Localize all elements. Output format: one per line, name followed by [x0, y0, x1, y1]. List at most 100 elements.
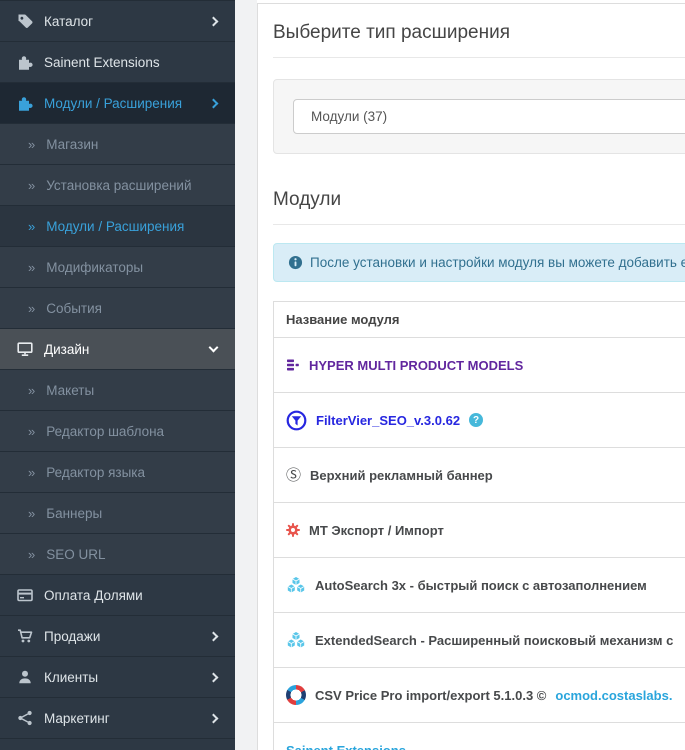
double-angle-icon: [28, 383, 35, 398]
info-alert-text: После установки и настройки модуля вы мо…: [310, 255, 685, 270]
sidebar-item-catalog[interactable]: Каталог: [0, 0, 235, 41]
module-name: МТ Экспорт / Импорт: [309, 522, 444, 538]
chevron-right-icon: [208, 98, 219, 108]
sidebar-item-installments[interactable]: Оплата Долями: [0, 574, 235, 615]
share-icon: [16, 710, 33, 726]
extension-type-title: Выберите тип расширения: [273, 14, 685, 58]
sidebar-subitem-events[interactable]: События: [0, 287, 235, 328]
extension-type-select-value: Модули (37): [311, 109, 388, 124]
sidebar-item-label: Макеты: [46, 382, 95, 398]
cart-icon: [16, 628, 33, 644]
sidebar-subitem-language-editor[interactable]: Редактор языка: [0, 451, 235, 492]
cubes-icon: [286, 576, 306, 594]
table-row: ExtendedSearch - Расширенный поисковый м…: [274, 613, 685, 668]
sidebar-item-system-partial[interactable]: [0, 738, 235, 750]
cubes-icon: [286, 631, 306, 649]
module-link[interactable]: Sainent Extensions: [286, 743, 406, 750]
sidebar-item-label: Продажи: [44, 628, 101, 644]
modules-table: Название модуля HYPER MULTI PRODUCT MODE…: [273, 301, 685, 750]
credit-card-icon: [16, 587, 33, 603]
sidebar-item-customers[interactable]: Клиенты: [0, 656, 235, 697]
double-angle-icon: [28, 137, 35, 152]
chevron-down-icon: [208, 342, 219, 353]
sidebar-item-sainent-extensions[interactable]: Sainent Extensions: [0, 41, 235, 82]
chevron-right-icon: [208, 713, 219, 723]
sidebar-item-label: Sainent Extensions: [44, 54, 160, 70]
module-name: Верхний рекламный баннер: [310, 467, 493, 483]
sidebar-item-label: Оплата Долями: [44, 587, 143, 603]
sidebar-item-label: Маркетинг: [44, 710, 110, 726]
admin-sidebar: Каталог Sainent Extensions Модули / Расш…: [0, 0, 235, 750]
sidebar-item-label: Редактор шаблона: [46, 423, 165, 439]
double-angle-icon: [28, 547, 35, 562]
sidebar-item-label: Дизайн: [44, 341, 90, 357]
sidebar-item-label: Магазин: [46, 136, 99, 152]
sidebar-item-label: Модули / Расширения: [46, 218, 185, 234]
chevron-right-icon: [208, 631, 219, 641]
double-angle-icon: [28, 260, 35, 275]
sidebar-subitem-modifications[interactable]: Модификаторы: [0, 246, 235, 287]
puzzle-icon: [16, 54, 33, 70]
sidebar-subitem-installer[interactable]: Установка расширений: [0, 164, 235, 205]
module-name: CSV Price Pro import/export 5.1.0.3 ©: [315, 687, 547, 703]
module-link[interactable]: HYPER MULTI PRODUCT MODELS: [309, 358, 523, 373]
tag-icon: [16, 13, 33, 29]
sidebar-item-label: События: [46, 300, 102, 316]
table-row: Ⓢ Верхний рекламный баннер: [274, 448, 685, 503]
double-angle-icon: [28, 465, 35, 480]
gear-icon: [286, 523, 300, 537]
help-badge[interactable]: ?: [469, 413, 484, 427]
filter-icon: [286, 410, 307, 431]
modules-section: Модули После установки и настройки модул…: [273, 181, 685, 750]
sidebar-subitem-layouts[interactable]: Макеты: [0, 369, 235, 410]
sidebar-item-label: Модули / Расширения: [44, 95, 183, 111]
sidebar-item-label: Каталог: [44, 13, 94, 29]
double-angle-icon: [28, 219, 35, 234]
sidebar-item-label: Баннеры: [46, 505, 103, 521]
table-row: FilterVier_SEO_v.3.0.62 ?: [274, 393, 685, 448]
sidebar-item-label: Редактор языка: [46, 464, 146, 480]
sidebar-item-label: Установка расширений: [46, 177, 192, 193]
table-header-module-name: Название модуля: [274, 302, 685, 338]
extension-type-well: Модули (37): [273, 79, 685, 154]
info-circle-icon: [288, 255, 303, 270]
sidebar-subitem-marketplace[interactable]: Магазин: [0, 123, 235, 164]
info-alert: После установки и настройки модуля вы мо…: [273, 243, 685, 282]
module-link[interactable]: FilterVier_SEO_v.3.0.62: [316, 413, 460, 428]
table-row: МТ Экспорт / Импорт: [274, 503, 685, 558]
sidebar-subitem-seo-url[interactable]: SEO URL: [0, 533, 235, 574]
content-gutter: [235, 0, 257, 750]
sidebar-subitem-theme-editor[interactable]: Редактор шаблона: [0, 410, 235, 451]
chevron-right-icon: [208, 672, 219, 682]
sidebar-item-modules-extensions[interactable]: Модули / Расширения: [0, 82, 235, 123]
double-angle-icon: [28, 506, 35, 521]
ocmod-costaslabs-link[interactable]: ocmod.costaslabs.: [555, 688, 672, 703]
table-row: Sainent Extensions: [274, 723, 685, 750]
sidebar-subitem-banners[interactable]: Баннеры: [0, 492, 235, 533]
modules-title: Модули: [273, 181, 685, 225]
extension-type-select[interactable]: Модули (37): [293, 99, 685, 134]
user-icon: [16, 669, 33, 685]
module-name: ExtendedSearch - Расширенный поисковый м…: [315, 632, 674, 648]
main-content: Выберите тип расширения Модули (37) Моду…: [235, 0, 685, 750]
table-row: HYPER MULTI PRODUCT MODELS: [274, 338, 685, 393]
table-row: CSV Price Pro import/export 5.1.0.3 © oc…: [274, 668, 685, 723]
monitor-icon: [16, 341, 33, 357]
module-name: AutoSearch 3x - быстрый поиск с автозапо…: [315, 577, 647, 593]
product-models-icon: [286, 358, 300, 372]
sidebar-item-marketing[interactable]: Маркетинг: [0, 697, 235, 738]
content-panel: Выберите тип расширения Модули (37) Моду…: [257, 3, 685, 750]
sidebar-subitem-modules-extensions[interactable]: Модули / Расширения: [0, 205, 235, 246]
double-angle-icon: [28, 178, 35, 193]
sidebar-item-label: Модификаторы: [46, 259, 144, 275]
double-angle-icon: [28, 424, 35, 439]
puzzle-icon: [16, 95, 33, 111]
sidebar-item-design[interactable]: Дизайн: [0, 328, 235, 369]
sidebar-item-label: SEO URL: [46, 546, 106, 562]
sidebar-item-sales[interactable]: Продажи: [0, 615, 235, 656]
s-circle-icon: Ⓢ: [286, 466, 302, 484]
chevron-right-icon: [208, 16, 219, 26]
sidebar-item-label: Клиенты: [44, 669, 99, 685]
double-angle-icon: [28, 301, 35, 316]
table-row: AutoSearch 3x - быстрый поиск с автозапо…: [274, 558, 685, 613]
